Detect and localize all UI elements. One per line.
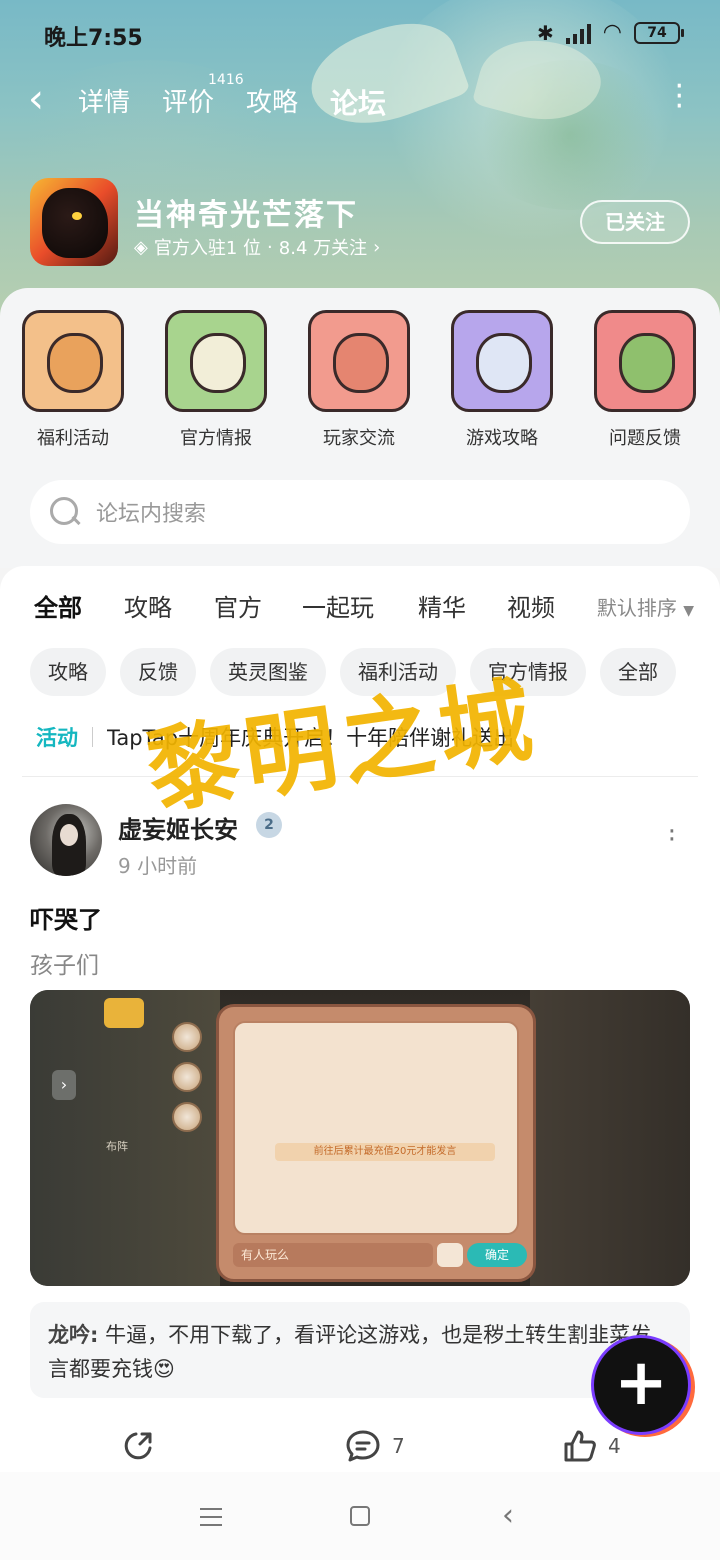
game-guide-icon [451, 310, 553, 412]
post-actions: 7 4 [0, 1424, 720, 1468]
comment-button[interactable]: 7 [344, 1424, 405, 1468]
category-label: 问题反馈 [609, 428, 681, 449]
sort-label: 默认排序 [596, 596, 677, 620]
feed-tab-featured[interactable]: 精华 [418, 588, 466, 623]
post-more-icon[interactable]: · · [668, 819, 676, 853]
bluetooth-icon: ✱ [537, 20, 554, 45]
welfare-icon [22, 310, 124, 412]
post-body[interactable]: 孩子们 [30, 946, 99, 980]
post-time: 9 小时前 [118, 854, 198, 878]
post-title[interactable]: 吓哭了 [30, 900, 102, 935]
category-guides[interactable]: 游戏攻略 [437, 310, 567, 450]
feed-tab-play-together[interactable]: 一起玩 [302, 588, 374, 623]
chip-guides[interactable]: 攻略 [30, 648, 106, 696]
status-bar: 晚上7:55 ✱ ◠ 74 [0, 0, 720, 66]
search-icon [50, 497, 80, 527]
more-options-icon[interactable]: · · · [674, 72, 684, 122]
comment-text: 牛逼，不用下载了，看评论这游戏，也是秽土转生割韭菜发言都要充钱😍 [48, 1323, 652, 1381]
home-icon[interactable] [350, 1506, 370, 1526]
game-avatar-orb [172, 1102, 202, 1132]
meta-separator: · [267, 236, 273, 258]
chevron-right-icon: › [373, 236, 381, 258]
feed-tab-videos[interactable]: 视频 [507, 588, 555, 623]
category-label: 福利活动 [37, 428, 109, 449]
category-welfare[interactable]: 福利活动 [8, 310, 138, 450]
feed-tab-official[interactable]: 官方 [214, 588, 262, 623]
game-emoji-icon [437, 1243, 463, 1267]
dragon-art [42, 188, 108, 258]
dragon-eye [72, 212, 82, 220]
game-chat-area: 前往后累计最充值20元才能发言 [233, 1021, 519, 1235]
like-count: 4 [608, 1434, 621, 1458]
thumbs-up-icon [564, 1430, 596, 1462]
activity-separator [92, 727, 93, 747]
official-count: 官方入驻1 位 [153, 238, 262, 259]
feedback-frog-icon [594, 310, 696, 412]
game-avatar-orb [172, 1022, 202, 1052]
player-chat-icon [308, 310, 410, 412]
wifi-icon: ◠ [602, 20, 622, 45]
category-players[interactable]: 玩家交流 [294, 310, 424, 450]
game-chat-input: 有人玩么 [233, 1243, 433, 1267]
new-post-button[interactable]: + [594, 1338, 688, 1432]
caret-down-icon: ▼ [683, 603, 694, 619]
avatar-face [60, 824, 78, 846]
activity-tag: 活动 [36, 726, 78, 750]
comment-count: 7 [392, 1434, 405, 1458]
status-icons: ✱ ◠ 74 [537, 20, 684, 45]
hot-comment[interactable]: 龙吟: 牛逼，不用下载了，看评论这游戏，也是秽土转生割韭菜发言都要充钱😍 [30, 1302, 690, 1398]
search-placeholder: 论坛内搜索 [96, 502, 207, 527]
share-button[interactable] [120, 1424, 156, 1468]
official-news-icon [165, 310, 267, 412]
back-icon[interactable]: ‹ [28, 76, 44, 122]
chip-all[interactable]: 全部 [600, 648, 676, 696]
feed-tab-guides[interactable]: 攻略 [124, 588, 172, 623]
battery-icon: 74 [634, 21, 684, 44]
comment-author: 龙吟: [48, 1323, 99, 1347]
like-button[interactable]: 4 [562, 1424, 621, 1468]
followers-count: 8.4 万关注 [278, 238, 368, 259]
game-side-label: 布阵 [106, 1140, 128, 1153]
share-icon [124, 1432, 152, 1460]
category-grid: 福利活动 官方情报 玩家交流 游戏攻略 问题反馈 [0, 310, 720, 460]
game-back-arrow-icon [104, 998, 144, 1028]
signal-icon [565, 22, 591, 44]
sort-dropdown[interactable]: 默认排序 ▼ [597, 592, 694, 621]
tab-forum[interactable]: 论坛 [330, 82, 387, 126]
post-image[interactable]: › 布阵 前往后累计最充值20元才能发言 有人玩么 确定 [30, 990, 690, 1286]
forum-search-input[interactable]: 论坛内搜索 [30, 480, 690, 544]
game-chat-dialog: 前往后累计最充值20元才能发言 有人玩么 确定 [216, 1004, 536, 1282]
category-label: 游戏攻略 [466, 428, 538, 449]
game-notice: 前往后累计最充值20元才能发言 [275, 1143, 495, 1161]
game-side-arrow-icon: › [52, 1070, 76, 1100]
tab-reviews[interactable]: 评价 [162, 82, 214, 119]
chip-feedback[interactable]: 反馈 [120, 648, 196, 696]
top-nav: ‹ 详情 评价 1416 攻略 论坛 · · · [0, 70, 720, 130]
game-avatar-orb [172, 1062, 202, 1092]
game-confirm-button: 确定 [467, 1243, 527, 1267]
system-back-icon[interactable]: ‹ [502, 1498, 514, 1533]
tab-details[interactable]: 详情 [78, 82, 130, 119]
category-official[interactable]: 官方情报 [151, 310, 281, 450]
plus-icon: + [614, 1346, 668, 1420]
game-title[interactable]: 当神奇光芒落下 [134, 190, 358, 234]
category-label: 玩家交流 [323, 428, 395, 449]
category-feedback[interactable]: 问题反馈 [580, 310, 710, 450]
game-meta[interactable]: ◈ 官方入驻1 位 · 8.4 万关注 › [134, 234, 380, 260]
tab-guides[interactable]: 攻略 [246, 82, 298, 119]
review-count-badge: 1416 [208, 72, 244, 88]
avatar[interactable] [30, 804, 102, 876]
diamond-icon: ◈ [134, 236, 148, 258]
system-navigation-bar: ‹ [0, 1472, 720, 1560]
status-time: 晚上7:55 [44, 26, 143, 51]
category-label: 官方情报 [180, 428, 252, 449]
feed-tab-all[interactable]: 全部 [34, 588, 82, 627]
game-icon[interactable] [30, 178, 118, 266]
recent-apps-icon[interactable] [200, 1508, 222, 1532]
follow-button[interactable]: 已关注 [580, 200, 690, 244]
feed-tabs: 全部 攻略 官方 一起玩 精华 视频 默认排序 ▼ [0, 588, 720, 638]
game-scene-right [530, 990, 690, 1286]
comment-icon [346, 1430, 380, 1462]
